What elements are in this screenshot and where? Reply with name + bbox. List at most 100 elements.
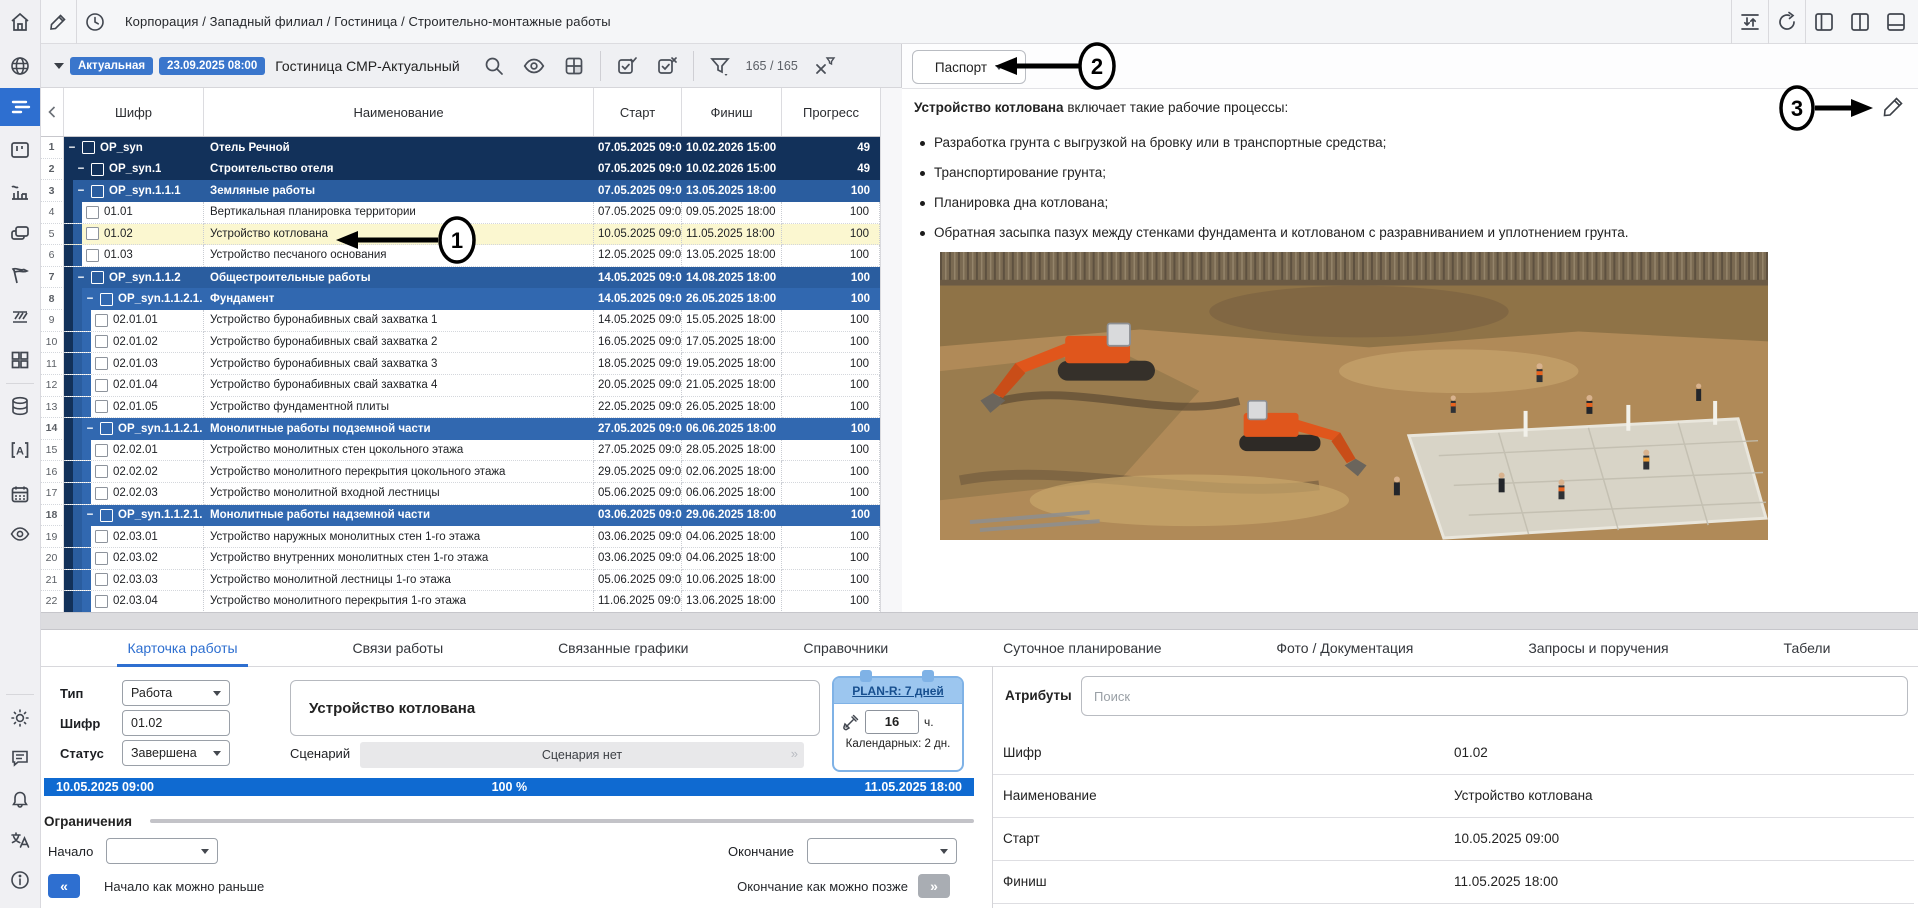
row-checkbox[interactable]: [95, 465, 108, 478]
row-checkbox[interactable]: [100, 293, 113, 306]
sort-rows-icon[interactable]: [1732, 0, 1768, 44]
search-icon[interactable]: [479, 51, 509, 81]
tab-4[interactable]: Справочники: [797, 630, 894, 666]
row-checkbox[interactable]: [95, 444, 108, 457]
edit-pencil-icon-passport[interactable]: [1880, 94, 1906, 120]
bell-icon[interactable]: [0, 782, 40, 818]
row-checkbox[interactable]: [95, 400, 108, 413]
clear-filter-icon[interactable]: [809, 51, 839, 81]
planr-link[interactable]: PLAN-R: 7 дней: [852, 684, 944, 698]
type-select[interactable]: Работа: [122, 680, 230, 706]
row-checkbox[interactable]: [95, 314, 108, 327]
column-header-finish[interactable]: Финиш: [682, 88, 782, 136]
collapse-panel-icon[interactable]: [40, 88, 64, 136]
column-header-start[interactable]: Старт: [594, 88, 682, 136]
hatching-icon[interactable]: [0, 300, 40, 336]
grid-row[interactable]: 3−OP_syn.1.1.1Земляные работы07.05.2025 …: [40, 180, 880, 202]
row-checkbox[interactable]: [95, 357, 108, 370]
uncheck-all-icon[interactable]: [652, 51, 682, 81]
tab-3[interactable]: Связанные графики: [552, 630, 694, 666]
hours-input[interactable]: 16: [865, 710, 919, 734]
filter-icon[interactable]: [705, 51, 735, 81]
check-all-icon[interactable]: [612, 51, 642, 81]
asap-button[interactable]: «: [48, 874, 80, 898]
row-checkbox[interactable]: [100, 422, 113, 435]
code-input[interactable]: 01.02: [122, 710, 230, 736]
kanban-icon[interactable]: [0, 132, 40, 168]
tab-2[interactable]: Связи работы: [346, 630, 449, 666]
row-checkbox[interactable]: [91, 185, 104, 198]
row-checkbox[interactable]: [91, 271, 104, 284]
panel-bottom-icon[interactable]: [1878, 0, 1914, 44]
collapse-toggle-icon[interactable]: −: [75, 272, 87, 284]
row-checkbox[interactable]: [95, 487, 108, 500]
row-checkbox[interactable]: [95, 552, 108, 565]
attributes-search-input[interactable]: Поиск: [1081, 676, 1908, 716]
brightness-icon[interactable]: [0, 700, 40, 736]
tab-7[interactable]: Запросы и поручения: [1522, 630, 1674, 666]
collapse-toggle-icon[interactable]: −: [75, 163, 87, 175]
tab-5[interactable]: Суточное планирование: [997, 630, 1167, 666]
flag-icon[interactable]: [0, 258, 40, 294]
grid-row[interactable]: 2002.03.02Устройство внутренних монолитн…: [40, 548, 880, 570]
row-checkbox[interactable]: [86, 206, 99, 219]
grid-row[interactable]: 14−OP_syn.1.1.2.1.Монолитные работы подз…: [40, 418, 880, 440]
calendar-icon[interactable]: [0, 476, 40, 512]
grid-row[interactable]: 1602.02.02Устройство монолитного перекры…: [40, 461, 880, 483]
chat-icon[interactable]: [0, 740, 40, 776]
grid-row[interactable]: 8−OP_syn.1.1.2.1.Фундамент14.05.2025 09:…: [40, 288, 880, 310]
edit-pencil-icon-topbar[interactable]: [40, 0, 76, 44]
grid-row[interactable]: 902.01.01Устройство буронабивных свай за…: [40, 310, 880, 332]
grid-row[interactable]: 501.02Устройство котлована10.05.2025 09:…: [40, 224, 880, 246]
grid-row[interactable]: 1−OP_synОтель Речной07.05.2025 09:0010.0…: [40, 137, 880, 159]
vertical-scrollbar[interactable]: [880, 88, 904, 612]
column-header-name[interactable]: Наименование: [204, 88, 594, 136]
clock-icon[interactable]: [77, 0, 113, 44]
scenario-field[interactable]: Сценария нет »: [360, 742, 804, 768]
column-header-code[interactable]: Шифр: [64, 88, 204, 136]
grid-row[interactable]: 1002.01.02Устройство буронабивных свай з…: [40, 332, 880, 354]
grid-row[interactable]: 601.03Устройство песчаного основания12.0…: [40, 245, 880, 267]
collapse-toggle-icon[interactable]: −: [84, 423, 96, 435]
grid-row[interactable]: 2102.03.03Устройство монолитной лестницы…: [40, 570, 880, 592]
grid-row[interactable]: 18−OP_syn.1.1.2.1.Монолитные работы надз…: [40, 505, 880, 527]
row-checkbox[interactable]: [91, 163, 104, 176]
grid-row[interactable]: 401.01Вертикальная планировка территории…: [40, 202, 880, 224]
grid-icon[interactable]: [0, 342, 40, 378]
grid-row[interactable]: 1502.02.01Устройство монолитных стен цок…: [40, 440, 880, 462]
grid-row[interactable]: 2−OP_syn.1Строительство отеля07.05.2025 …: [40, 159, 880, 181]
row-checkbox[interactable]: [95, 335, 108, 348]
globe-icon[interactable]: [0, 48, 40, 84]
scenario-open-icon[interactable]: »: [791, 746, 798, 761]
horizontal-splitter[interactable]: [40, 612, 1918, 630]
eye-icon-toolbar[interactable]: [519, 51, 549, 81]
refresh-icon[interactable]: [1769, 0, 1805, 44]
grid-row[interactable]: 2202.03.04Устройство монолитного перекры…: [40, 591, 880, 612]
grid-row[interactable]: 1902.03.01Устройство наружных монолитных…: [40, 526, 880, 548]
grid-row[interactable]: 7−OP_syn.1.1.2Общестроительные работы14.…: [40, 267, 880, 289]
grid-row[interactable]: 1102.01.03Устройство буронабивных свай з…: [40, 353, 880, 375]
panel-layout-icon[interactable]: [559, 51, 589, 81]
sidebar-item-gantt-active[interactable]: [0, 88, 40, 126]
grid-row[interactable]: 1702.02.03Устройство монолитной входной …: [40, 483, 880, 505]
panel-left-icon[interactable]: [1806, 0, 1842, 44]
schedule-caret-icon[interactable]: [54, 63, 64, 69]
collapse-toggle-icon[interactable]: −: [75, 185, 87, 197]
tab-8[interactable]: Табели: [1778, 630, 1837, 666]
status-select[interactable]: Завершена: [122, 740, 230, 766]
start-constraint-select[interactable]: [106, 838, 218, 864]
panel-split-icon[interactable]: [1842, 0, 1878, 44]
collapse-toggle-icon[interactable]: −: [66, 142, 78, 154]
row-checkbox[interactable]: [95, 379, 108, 392]
row-checkbox[interactable]: [95, 530, 108, 543]
translate-icon[interactable]: [0, 822, 40, 858]
tab-1[interactable]: Карточка работы: [121, 630, 243, 666]
breadcrumb[interactable]: Корпорация / Западный филиал / Гостиница…: [125, 14, 611, 29]
column-header-progress[interactable]: Прогресс: [782, 88, 880, 136]
end-constraint-select[interactable]: [807, 838, 957, 864]
grid-row[interactable]: 1302.01.05Устройство фундаментной плиты2…: [40, 397, 880, 419]
work-name-input[interactable]: Устройство котлована: [290, 680, 820, 736]
alap-button[interactable]: »: [918, 874, 950, 898]
database-icon[interactable]: [0, 388, 40, 424]
text-style-icon[interactable]: A: [0, 432, 40, 468]
